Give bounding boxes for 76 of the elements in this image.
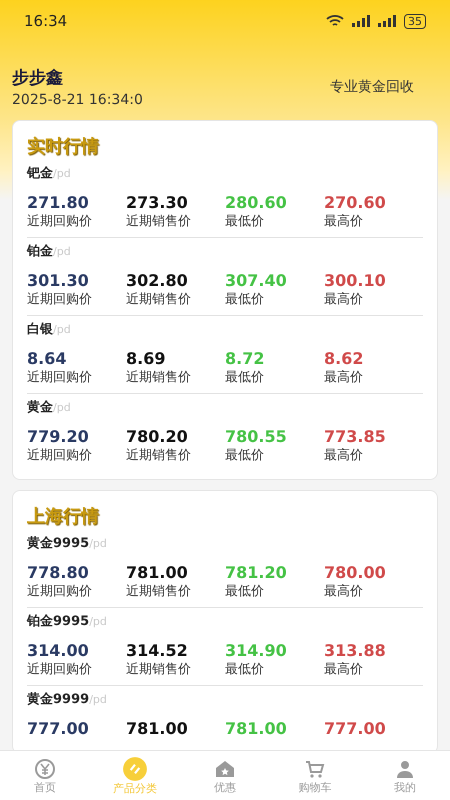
- price-value: 781.00: [126, 563, 189, 583]
- price-label: 最高价: [324, 447, 364, 465]
- yen-icon: [33, 756, 57, 780]
- brand-name: 步步鑫: [12, 67, 64, 90]
- price-value: 300.10: [324, 271, 387, 291]
- tab-bar-item[interactable]: 产品分类: [90, 751, 180, 800]
- price-label: 近期销售价: [126, 583, 192, 601]
- price-label: 近期回购价: [27, 583, 93, 601]
- tab-bar-item[interactable]: 我的: [360, 751, 450, 800]
- wifi-icon: [326, 14, 344, 28]
- metal-name: 铂金: [27, 243, 53, 261]
- tab-bar-item[interactable]: 购物车: [270, 751, 360, 800]
- price-value: 777.00: [27, 719, 90, 739]
- price-label: 最高价: [324, 291, 364, 309]
- price-value: 301.30: [27, 271, 90, 291]
- price-label: 近期销售价: [126, 661, 192, 679]
- signal-icon: [378, 15, 396, 27]
- datetime: 2025-8-21 16:34:0: [12, 92, 143, 108]
- slogan: 专业黄金回收: [330, 78, 414, 96]
- price-label: 最高价: [324, 583, 364, 601]
- section-title: 实时行情: [27, 135, 99, 159]
- price-value: 270.60: [324, 193, 387, 213]
- price-label: 最低价: [225, 447, 265, 465]
- price-label: 近期回购价: [27, 369, 93, 387]
- price-label: 最高价: [324, 661, 364, 679]
- price-value: 314.00: [27, 641, 90, 661]
- price-value: 773.85: [324, 427, 387, 447]
- price-label: 近期销售价: [126, 447, 192, 465]
- price-value: 781.00: [126, 719, 189, 739]
- tab-bar-item[interactable]: 首页: [0, 751, 90, 800]
- price-label: 近期回购价: [27, 291, 93, 309]
- price-label: 最低价: [225, 369, 265, 387]
- price-value: 780.55: [225, 427, 288, 447]
- price-value: 8.72: [225, 349, 266, 369]
- price-value: 780.20: [126, 427, 189, 447]
- battery-indicator: 35: [404, 14, 426, 28]
- price-value: 8.64: [27, 349, 68, 369]
- price-value: 313.88: [324, 641, 387, 661]
- price-value: 8.62: [324, 349, 364, 369]
- price-label: 近期销售价: [126, 291, 192, 309]
- price-label: 近期回购价: [27, 447, 93, 465]
- price-label: 近期销售价: [126, 369, 192, 387]
- price-value: 779.20: [27, 427, 90, 447]
- price-value: 280.60: [225, 193, 288, 213]
- price-label: 近期回购价: [27, 661, 93, 679]
- price-value: 780.00: [324, 563, 387, 583]
- price-value: 777.00: [324, 719, 387, 739]
- price-value: 781.20: [225, 563, 288, 583]
- tab-bar-item[interactable]: 优惠: [180, 751, 270, 800]
- metal-name: 黄金9999: [27, 691, 90, 709]
- metal-name: 黄金: [27, 399, 53, 417]
- signal-icon: [352, 15, 370, 27]
- metal-name: 白银: [27, 321, 53, 339]
- price-label: 最低价: [225, 661, 265, 679]
- price-label: 近期销售价: [126, 213, 192, 231]
- metal-name: 钯金: [27, 165, 53, 183]
- price-label: 最低价: [225, 291, 265, 309]
- price-label: 最低价: [225, 213, 265, 231]
- price-label: 最低价: [225, 583, 265, 601]
- price-value: 314.90: [225, 641, 288, 661]
- price-label: 近期回购价: [27, 213, 93, 231]
- price-value: 302.80: [126, 271, 189, 291]
- price-value: 778.80: [27, 563, 90, 583]
- price-value: 307.40: [225, 271, 288, 291]
- price-value: 273.30: [126, 193, 189, 213]
- price-value: 314.52: [126, 641, 189, 661]
- price-value: 781.00: [225, 719, 288, 739]
- price-value: 8.69: [126, 349, 166, 369]
- price-value: 271.80: [27, 193, 90, 213]
- metal-name: 黄金9995: [27, 535, 90, 553]
- swap-icon: [122, 756, 148, 782]
- price-label: 最高价: [324, 213, 364, 231]
- metal-name: 铂金9995: [27, 613, 90, 631]
- section-title: 上海行情: [27, 505, 99, 529]
- status-time: 16:34: [24, 10, 68, 32]
- price-label: 最高价: [324, 369, 364, 387]
